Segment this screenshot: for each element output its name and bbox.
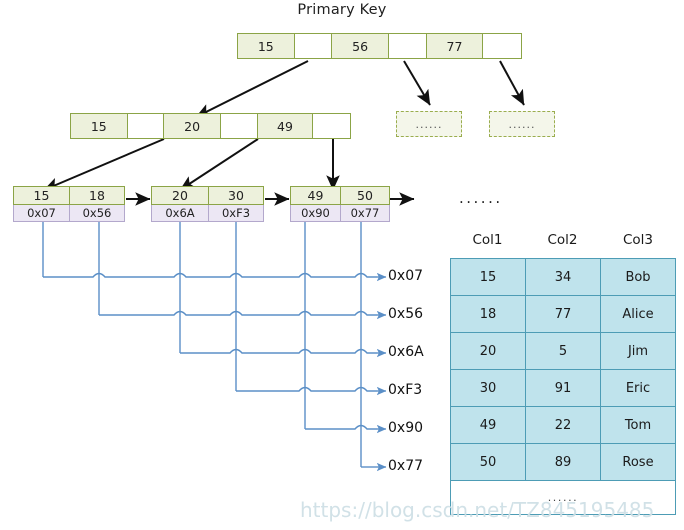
cell-r5-c2: Rose [600, 443, 676, 481]
watermark-text: https://blog.csdn.net/TZ845195485 [300, 498, 655, 522]
root-key-1: 56 [332, 34, 389, 58]
leaf-node-2: 49 50 0x90 0x77 [290, 186, 390, 222]
root-pointer-0 [294, 34, 333, 58]
leaf-1-address-0: 0x6A [152, 205, 209, 221]
address-label-3: 0xF3 [388, 382, 423, 398]
cell-r0-c0: 15 [450, 258, 526, 296]
cell-r1-c2: Alice [600, 295, 676, 333]
cell-r1-c0: 18 [450, 295, 526, 333]
cell-r0-c2: Bob [600, 258, 676, 296]
leaf-2-key-1: 50 [341, 187, 389, 204]
leaf-0-key-0: 15 [14, 187, 70, 204]
column-header-col2: Col2 [547, 232, 578, 248]
leaf-0-address-1: 0x56 [70, 205, 124, 221]
diagram-canvas: Primary Key 15 56 77 15 20 49 ...... ...… [0, 0, 684, 530]
leaf-node-1: 20 30 0x6A 0xF3 [151, 186, 264, 222]
table-row: 15 34 Bob [450, 258, 676, 296]
internal-key-2: 49 [257, 114, 314, 138]
leaf-1-key-1: 30 [209, 187, 263, 204]
column-header-col1: Col1 [472, 232, 503, 248]
table-row: 50 89 Rose [450, 443, 676, 481]
cell-r4-c1: 22 [525, 406, 601, 444]
data-table: 15 34 Bob 18 77 Alice 20 5 Jim 30 91 Eri… [450, 258, 676, 515]
internal-key-1: 20 [164, 114, 221, 138]
leaf-2-address-0: 0x90 [291, 205, 341, 221]
address-label-5: 0x77 [388, 458, 424, 474]
table-row: 49 22 Tom [450, 406, 676, 444]
leaf-node-0: 15 18 0x07 0x56 [13, 186, 125, 222]
leaf-2-key-0: 49 [291, 187, 341, 204]
internal-node: 15 20 49 [70, 113, 351, 139]
internal-key-0: 15 [71, 114, 128, 138]
address-label-0: 0x07 [388, 268, 424, 284]
leaf-0-key-1: 18 [70, 187, 124, 204]
cell-r5-c0: 50 [450, 443, 526, 481]
root-key-2: 77 [426, 34, 484, 58]
cell-r5-c1: 89 [525, 443, 601, 481]
table-row: 30 91 Eric [450, 369, 676, 407]
root-key-0: 15 [238, 34, 295, 58]
address-label-2: 0x6A [388, 344, 424, 360]
cell-r2-c0: 20 [450, 332, 526, 370]
table-top-ellipsis: ...... [459, 189, 503, 207]
cell-r3-c1: 91 [525, 369, 601, 407]
placeholder-node-0: ...... [396, 111, 462, 137]
cell-r3-c2: Eric [600, 369, 676, 407]
cell-r2-c1: 5 [525, 332, 601, 370]
diagram-title: Primary Key [297, 2, 387, 18]
leaf-2-address-1: 0x77 [341, 205, 389, 221]
internal-pointer-0 [127, 114, 165, 138]
cell-r1-c1: 77 [525, 295, 601, 333]
root-node: 15 56 77 [237, 33, 522, 59]
cell-r4-c2: Tom [600, 406, 676, 444]
table-row: 18 77 Alice [450, 295, 676, 333]
table-row: 20 5 Jim [450, 332, 676, 370]
column-header-col3: Col3 [622, 232, 654, 248]
address-label-1: 0x56 [388, 306, 424, 322]
root-pointer-1 [388, 34, 427, 58]
cell-r2-c2: Jim [600, 332, 676, 370]
cell-r0-c1: 34 [525, 258, 601, 296]
root-pointer-2 [483, 34, 521, 58]
cell-r3-c0: 30 [450, 369, 526, 407]
internal-pointer-2 [313, 114, 350, 138]
table-header: Col1 Col2 Col3 [450, 232, 676, 248]
internal-pointer-1 [220, 114, 258, 138]
cell-r4-c0: 49 [450, 406, 526, 444]
leaf-1-key-0: 20 [152, 187, 209, 204]
address-label-4: 0x90 [388, 420, 424, 436]
leaf-1-address-1: 0xF3 [209, 205, 263, 221]
placeholder-node-1: ...... [489, 111, 555, 137]
leaf-0-address-0: 0x07 [14, 205, 70, 221]
